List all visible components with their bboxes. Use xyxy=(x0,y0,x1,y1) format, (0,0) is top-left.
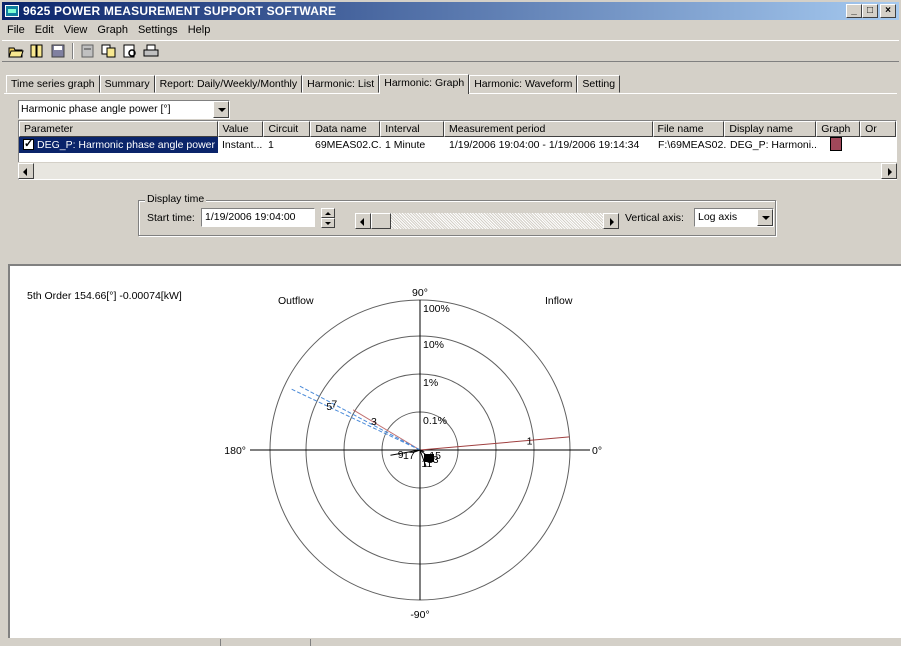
spin-up-icon[interactable] xyxy=(321,208,335,218)
ring-label-1: 10% xyxy=(423,339,444,351)
print-icon[interactable] xyxy=(141,42,161,60)
polar-graph-area[interactable]: 5th Order 154.66[°] -0.00074[kW] Outflow I… xyxy=(8,264,901,638)
harmonic-label-17: 17 xyxy=(403,450,415,462)
cell-file-name: F:\69MEAS02. xyxy=(658,139,726,151)
status-bar xyxy=(8,638,901,646)
ring-label-2: 1% xyxy=(423,377,438,389)
harmonic-cluster-marker xyxy=(424,454,434,462)
minimize-button[interactable]: _ xyxy=(846,4,862,18)
parameter-select[interactable]: Harmonic phase angle power [°] xyxy=(18,100,230,119)
cell-data-name: 69MEAS02.C... xyxy=(315,139,381,151)
menu-view[interactable]: View xyxy=(59,24,93,36)
window-title: 9625 POWER MEASUREMENT SUPPORT SOFTWARE xyxy=(23,4,337,18)
tab-harmonic-waveform[interactable]: Harmonic: Waveform xyxy=(469,75,578,93)
menu-settings[interactable]: Settings xyxy=(133,24,183,36)
col-file-name[interactable]: File name xyxy=(652,121,725,137)
app-icon xyxy=(5,5,19,17)
menu-edit[interactable]: Edit xyxy=(30,24,59,36)
time-slider[interactable] xyxy=(355,213,619,229)
scroll-right-button[interactable] xyxy=(881,163,897,179)
toolbar xyxy=(2,40,899,62)
harmonic-vector-3 xyxy=(352,409,421,451)
col-display-name[interactable]: Display name xyxy=(724,121,817,137)
book-icon[interactable] xyxy=(27,42,47,60)
angle-label-180: 180° xyxy=(224,445,246,457)
tab-time-series-graph[interactable]: Time series graph xyxy=(6,75,100,93)
display-time-group: Display time Start time: 1/19/2006 19:04… xyxy=(138,193,776,236)
graph-info-text: 5th Order 154.66[°] -0.00074[kW] xyxy=(27,290,182,302)
print-preview-icon[interactable] xyxy=(120,42,140,60)
inflow-label: Inflow xyxy=(545,295,573,307)
menu-graph[interactable]: Graph xyxy=(92,24,133,36)
chevron-down-icon[interactable] xyxy=(213,101,229,118)
menu-help[interactable]: Help xyxy=(183,24,216,36)
scroll-left-button[interactable] xyxy=(18,163,34,179)
close-button[interactable]: × xyxy=(880,4,896,18)
col-parameter[interactable]: Parameter xyxy=(19,121,218,137)
tab-setting[interactable]: Setting xyxy=(577,75,621,93)
col-interval[interactable]: Interval xyxy=(380,121,445,137)
slider-thumb[interactable] xyxy=(371,213,391,229)
maximize-button[interactable]: □ xyxy=(862,4,878,18)
col-or[interactable]: Or xyxy=(860,121,896,137)
cell-parameter[interactable]: DEG_P: Harmonic phase angle power xyxy=(19,137,218,153)
copy-icon[interactable] xyxy=(99,42,119,60)
export-icon[interactable] xyxy=(78,42,98,60)
slider-left-button[interactable] xyxy=(355,213,371,229)
display-time-label: Display time xyxy=(145,193,207,205)
cell-interval: 1 Minute xyxy=(385,139,426,151)
vertical-axis-value: Log axis xyxy=(698,211,738,223)
open-folder-icon[interactable] xyxy=(6,42,26,60)
row-checkbox[interactable] xyxy=(23,137,34,152)
col-measurement-period[interactable]: Measurement period xyxy=(444,121,653,137)
angle-label-neg90: -90° xyxy=(410,609,429,621)
angle-label-0: 0° xyxy=(592,445,602,457)
graph-color-swatch[interactable] xyxy=(830,137,842,151)
table-row[interactable]: DEG_P: Harmonic phase angle power Instan… xyxy=(19,137,896,153)
outflow-label: Outflow xyxy=(278,295,314,307)
tab-harmonic-list[interactable]: Harmonic: List xyxy=(302,75,380,93)
app-window: 9625 POWER MEASUREMENT SUPPORT SOFTWARE … xyxy=(0,0,901,646)
parameter-select-value: Harmonic phase angle power [°] xyxy=(21,103,171,115)
harmonic-label-1: 1 xyxy=(527,436,533,448)
col-circuit[interactable]: Circuit xyxy=(263,121,311,137)
col-graph[interactable]: Graph xyxy=(816,121,861,137)
slider-right-button[interactable] xyxy=(603,213,619,229)
start-time-field[interactable]: 1/19/2006 19:04:00 xyxy=(201,208,315,227)
chevron-down-icon[interactable] xyxy=(757,209,773,226)
start-time-spinner[interactable] xyxy=(321,208,335,228)
col-value[interactable]: Value xyxy=(217,121,264,137)
menu-bar: File Edit View Graph Settings Help xyxy=(2,21,215,39)
harmonic-vector-7 xyxy=(297,384,421,451)
cell-circuit: 1 xyxy=(268,139,274,151)
col-data-name[interactable]: Data name xyxy=(310,121,381,137)
cell-measurement-period: 1/19/2006 19:04:00 - 1/19/2006 19:14:34 xyxy=(449,139,640,151)
vertical-axis-label: Vertical axis: xyxy=(625,212,684,224)
title-bar[interactable]: 9625 POWER MEASUREMENT SUPPORT SOFTWARE … xyxy=(2,2,899,20)
cell-graph[interactable] xyxy=(818,137,862,153)
tab-summary[interactable]: Summary xyxy=(99,75,155,93)
polar-chart: 5th Order 154.66[°] -0.00074[kW] Outflow I… xyxy=(27,287,602,621)
harmonic-label-7: 7 xyxy=(331,398,337,410)
tab-report[interactable]: Report: Daily/Weekly/Monthly xyxy=(154,75,303,93)
table-horizontal-scrollbar[interactable] xyxy=(18,162,897,179)
spin-down-icon[interactable] xyxy=(321,218,335,228)
tab-harmonic-graph[interactable]: Harmonic: Graph xyxy=(379,74,470,94)
angle-label-90: 90° xyxy=(412,287,428,299)
vertical-axis-select[interactable]: Log axis xyxy=(694,208,774,227)
ring-label-0: 100% xyxy=(423,303,450,315)
start-time-label: Start time: xyxy=(147,212,195,224)
cell-display-name: DEG_P: Harmoni... xyxy=(730,139,818,151)
save-icon[interactable] xyxy=(48,42,68,60)
ring-label-3: 0.1% xyxy=(423,415,447,427)
menu-file[interactable]: File xyxy=(2,24,30,36)
tab-strip: Time series graph Summary Report: Daily/… xyxy=(6,74,621,94)
cell-value: Instant... xyxy=(222,139,263,151)
